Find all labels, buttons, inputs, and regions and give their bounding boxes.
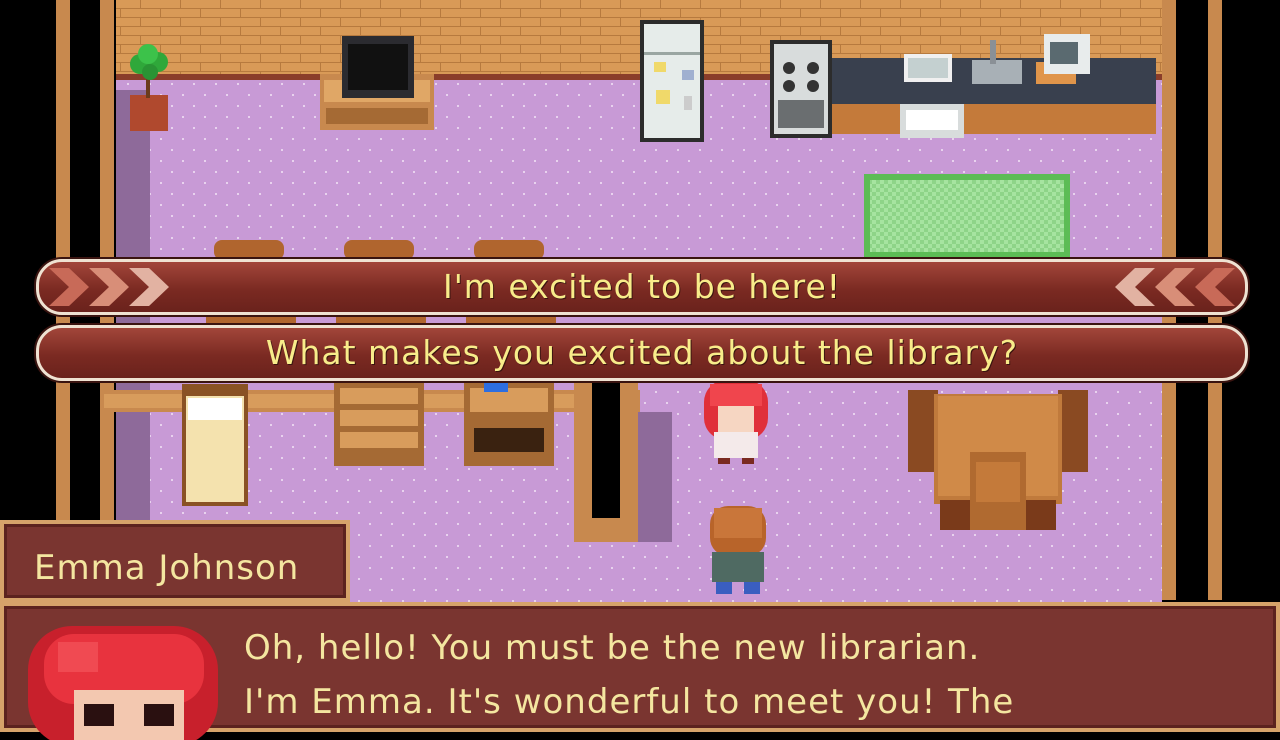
- dialog-line-1: Oh, hello! You must be the new librarian…: [244, 628, 981, 668]
- choice-chevron-left-icon: [49, 268, 169, 306]
- choice-option-2[interactable]: What makes you excited about the library…: [36, 325, 1248, 381]
- speaker-portrait: [28, 626, 218, 740]
- player-sprite: [710, 506, 766, 594]
- bed: [182, 384, 248, 506]
- speaker-name-box: Emma Johnson: [0, 520, 350, 602]
- dialog-box[interactable]: Oh, hello! You must be the new librarian…: [0, 602, 1280, 740]
- stove: [770, 40, 832, 138]
- choice-option-1[interactable]: I'm excited to be here!: [36, 259, 1248, 315]
- choice-label: I'm excited to be here!: [442, 267, 842, 306]
- choice-label: What makes you excited about the library…: [265, 333, 1019, 372]
- speaker-name: Emma Johnson: [34, 548, 300, 588]
- choice-chevron-right-icon: [1115, 268, 1235, 306]
- fridge: [640, 20, 704, 142]
- dialog-line-2: I'm Emma. It's wonderful to meet you! Th…: [244, 682, 1015, 722]
